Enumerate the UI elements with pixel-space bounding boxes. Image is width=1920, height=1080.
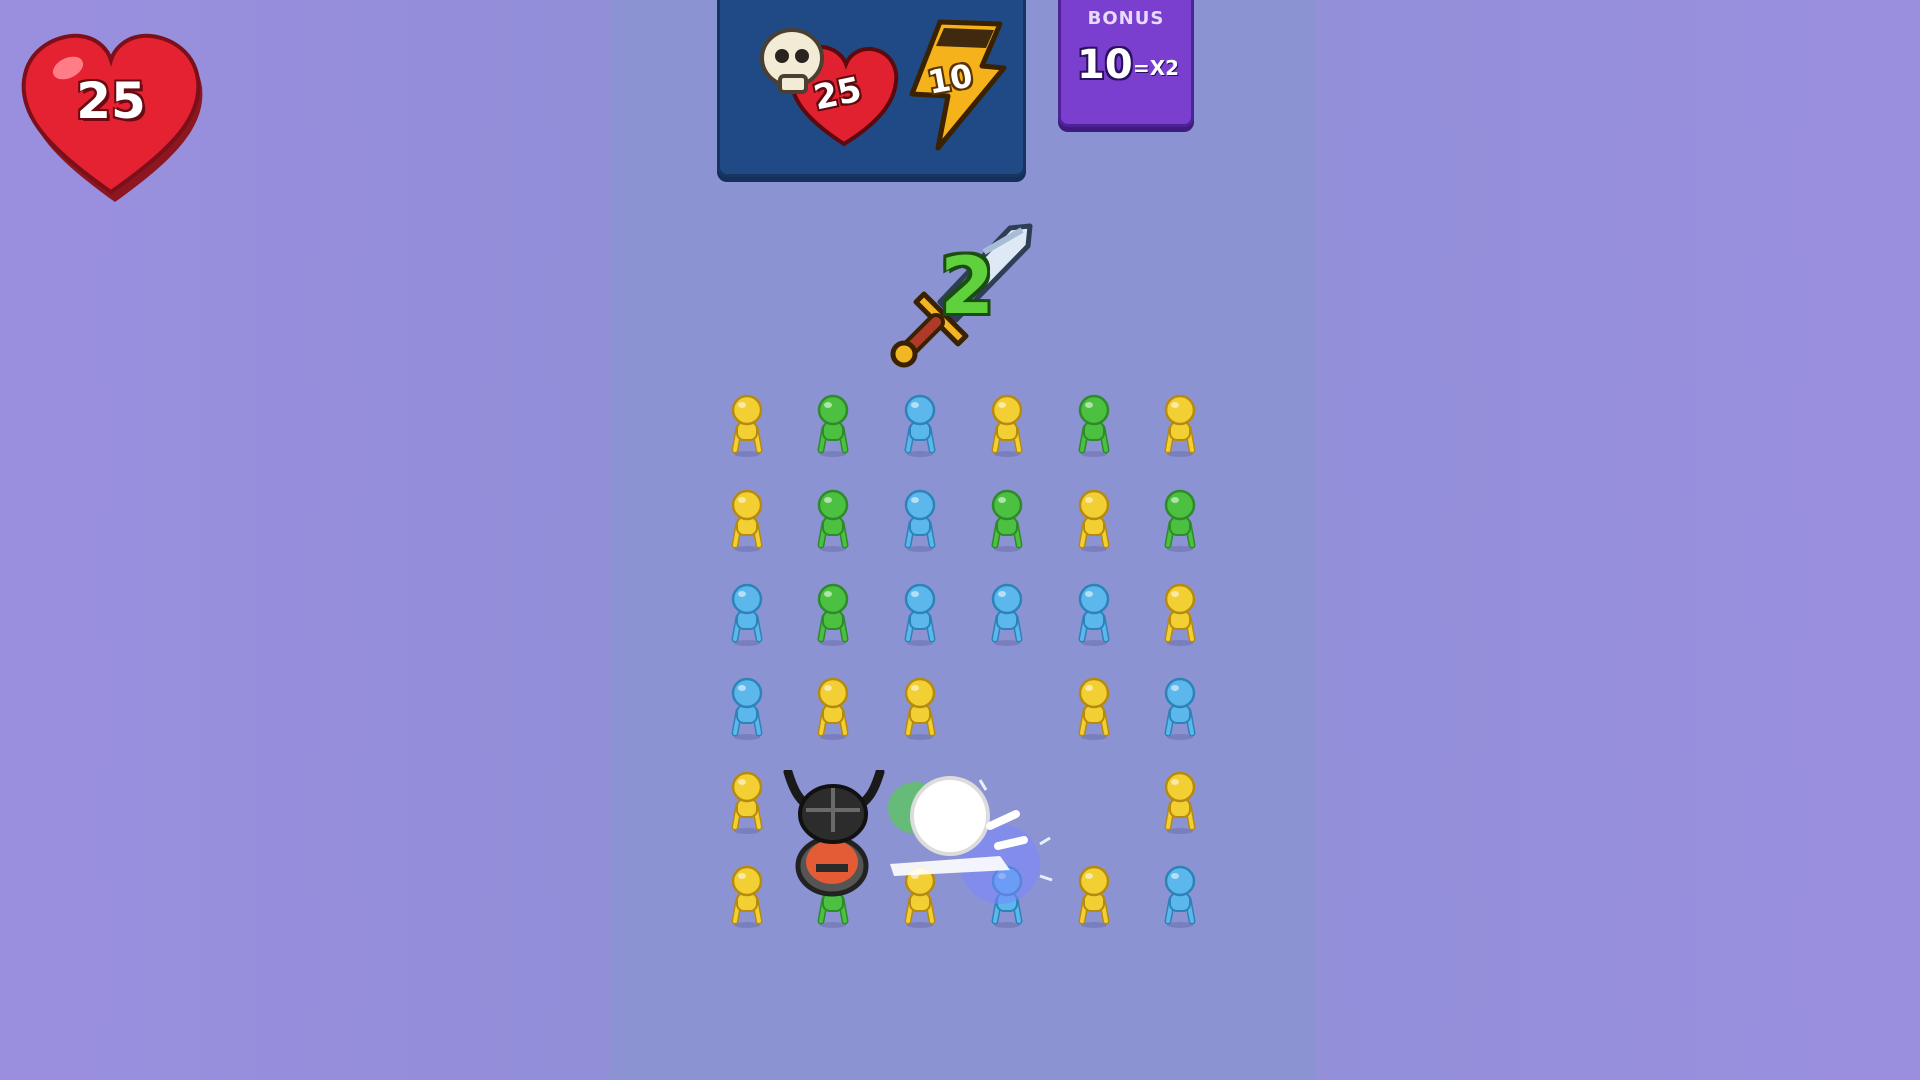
lives-heart-icon: 25	[18, 32, 204, 202]
green-stickman-unit[interactable]	[811, 394, 855, 458]
blue-stickman-unit[interactable]	[898, 489, 942, 553]
sword-power: 2	[880, 212, 1040, 372]
blue-stickman-unit[interactable]	[898, 583, 942, 647]
right-background	[1315, 0, 1920, 1080]
blue-stickman-unit[interactable]	[1158, 677, 1202, 741]
bonus-value: 10	[1077, 42, 1133, 88]
yellow-stickman-unit[interactable]	[1072, 677, 1116, 741]
blue-stickman-unit[interactable]	[898, 394, 942, 458]
energy-value: 10	[925, 56, 976, 102]
energy: 10	[900, 18, 1010, 153]
green-stickman-unit[interactable]	[1158, 489, 1202, 553]
stats-panel: 25 10	[717, 0, 1026, 177]
yellow-stickman-unit[interactable]	[1158, 394, 1202, 458]
yellow-stickman-unit[interactable]	[1158, 583, 1202, 647]
blue-stickman-unit[interactable]	[725, 677, 769, 741]
yellow-stickman-unit[interactable]	[1158, 771, 1202, 835]
viking-helmet-icon	[783, 767, 885, 897]
bonus-title: BONUS	[1087, 8, 1165, 29]
yellow-stickman-unit[interactable]	[725, 865, 769, 929]
bonus-multiplier: =X2	[1133, 56, 1180, 80]
bonus-card: BONUS 10 =X2	[1058, 0, 1194, 127]
green-stickman-unit[interactable]	[1072, 394, 1116, 458]
yellow-stickman-unit[interactable]	[725, 489, 769, 553]
lives-count: 25	[76, 72, 146, 130]
blue-stickman-unit[interactable]	[725, 583, 769, 647]
player-viking[interactable]	[780, 767, 890, 900]
yellow-stickman-unit[interactable]	[725, 771, 769, 835]
clash-effect	[880, 770, 1070, 920]
blue-stickman-unit[interactable]	[985, 583, 1029, 647]
yellow-stickman-unit[interactable]	[898, 677, 942, 741]
sword-power-value: 2	[940, 242, 995, 332]
blue-stickman-unit[interactable]	[1158, 865, 1202, 929]
green-stickman-unit[interactable]	[811, 583, 855, 647]
yellow-stickman-unit[interactable]	[1072, 865, 1116, 929]
yellow-stickman-unit[interactable]	[1072, 489, 1116, 553]
green-stickman-unit[interactable]	[985, 489, 1029, 553]
enemy-health: 25	[752, 22, 902, 152]
yellow-stickman-unit[interactable]	[725, 394, 769, 458]
yellow-stickman-unit[interactable]	[985, 394, 1029, 458]
green-stickman-unit[interactable]	[811, 489, 855, 553]
yellow-stickman-unit[interactable]	[811, 677, 855, 741]
blue-stickman-unit[interactable]	[1072, 583, 1116, 647]
